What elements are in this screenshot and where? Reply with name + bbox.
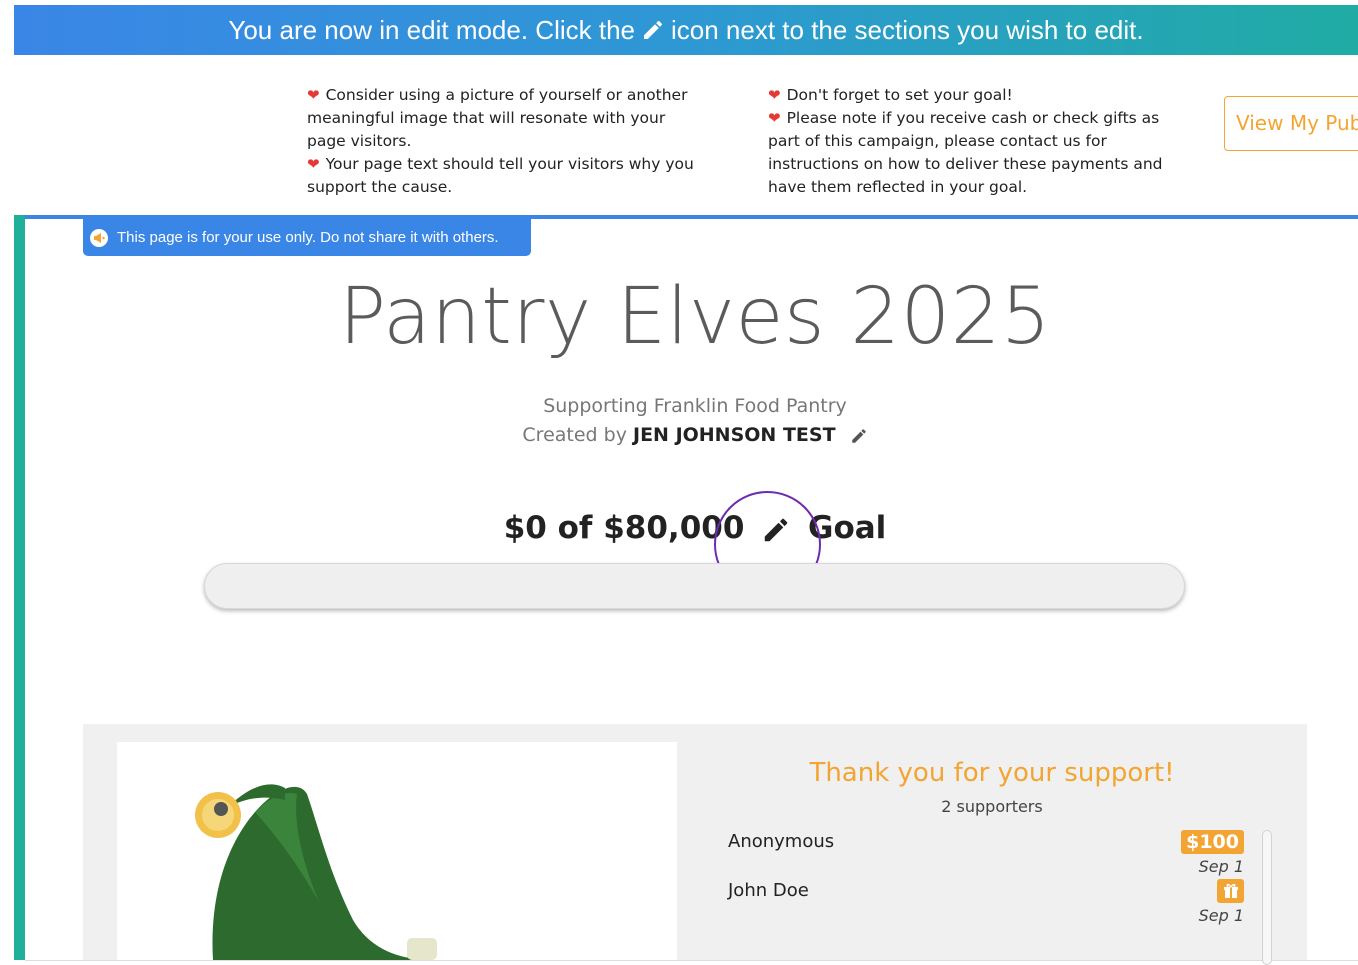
view-public-page-button[interactable]: View My Pub xyxy=(1224,96,1358,151)
raised-amount: $0 xyxy=(503,510,547,546)
gift-icon xyxy=(1217,879,1244,903)
creator-line: Created by JEN JOHNSON TEST xyxy=(0,424,1358,446)
donation-amount-badge: $100 xyxy=(1181,830,1244,854)
donation-date: Sep 1 xyxy=(1198,906,1244,925)
page-title: Pantry Elves 2025 xyxy=(339,272,1051,362)
pencil-icon xyxy=(641,18,665,42)
heart-icon: ❤ xyxy=(307,86,320,104)
heart-icon: ❤ xyxy=(768,109,781,127)
private-notice-text: This page is for your use only. Do not s… xyxy=(117,229,499,246)
supporters-heading: Thank you for your support! xyxy=(809,758,1175,788)
elf-hat-illustration xyxy=(195,784,437,960)
page-bottom-divider xyxy=(25,960,1358,961)
tip-item: ❤ Don't forget to set your goal! xyxy=(768,84,1163,107)
tip-item: ❤ Consider using a picture of yourself or… xyxy=(307,86,688,150)
edit-creator-pencil-icon[interactable] xyxy=(850,427,868,445)
tip-item: ❤ Your page text should tell your visitor… xyxy=(307,155,694,196)
supporter-name: Anonymous xyxy=(728,831,835,852)
tips-left-column: ❤ Consider using a picture of yourself or… xyxy=(307,84,707,199)
tip-item: ❤ Please note if you receive cash or chec… xyxy=(768,109,1163,196)
edit-banner-text-start: You are now in edit mode. Click the xyxy=(228,14,635,45)
goal-of-label: of xyxy=(557,510,593,546)
supporter-name: John Doe xyxy=(728,880,809,901)
donation-date: Sep 1 xyxy=(1198,857,1244,876)
supporters-scrollbar[interactable] xyxy=(1262,830,1272,965)
heart-icon: ❤ xyxy=(768,86,781,104)
edit-banner-text-end: icon next to the sections you wish to ed… xyxy=(671,14,1144,45)
tips-right-column: ❤ Don't forget to set your goal! ❤ Please … xyxy=(768,84,1163,199)
creator-name: JEN JOHNSON TEST xyxy=(633,424,836,446)
megaphone-icon xyxy=(90,228,108,247)
created-by-label: Created by xyxy=(522,424,627,446)
campaign-subtitle: Supporting Franklin Food Pantry xyxy=(543,395,847,417)
goal-progress-bar xyxy=(204,563,1185,609)
goal-summary: $0 of $80,000 Goal xyxy=(0,510,1358,546)
campaign-image[interactable] xyxy=(117,742,677,960)
heart-icon: ❤ xyxy=(307,155,320,173)
supporter-count: 2 supporters xyxy=(941,797,1043,816)
edit-mode-banner: You are now in edit mode. Click the icon… xyxy=(14,5,1358,55)
private-page-notice: This page is for your use only. Do not s… xyxy=(83,219,531,256)
